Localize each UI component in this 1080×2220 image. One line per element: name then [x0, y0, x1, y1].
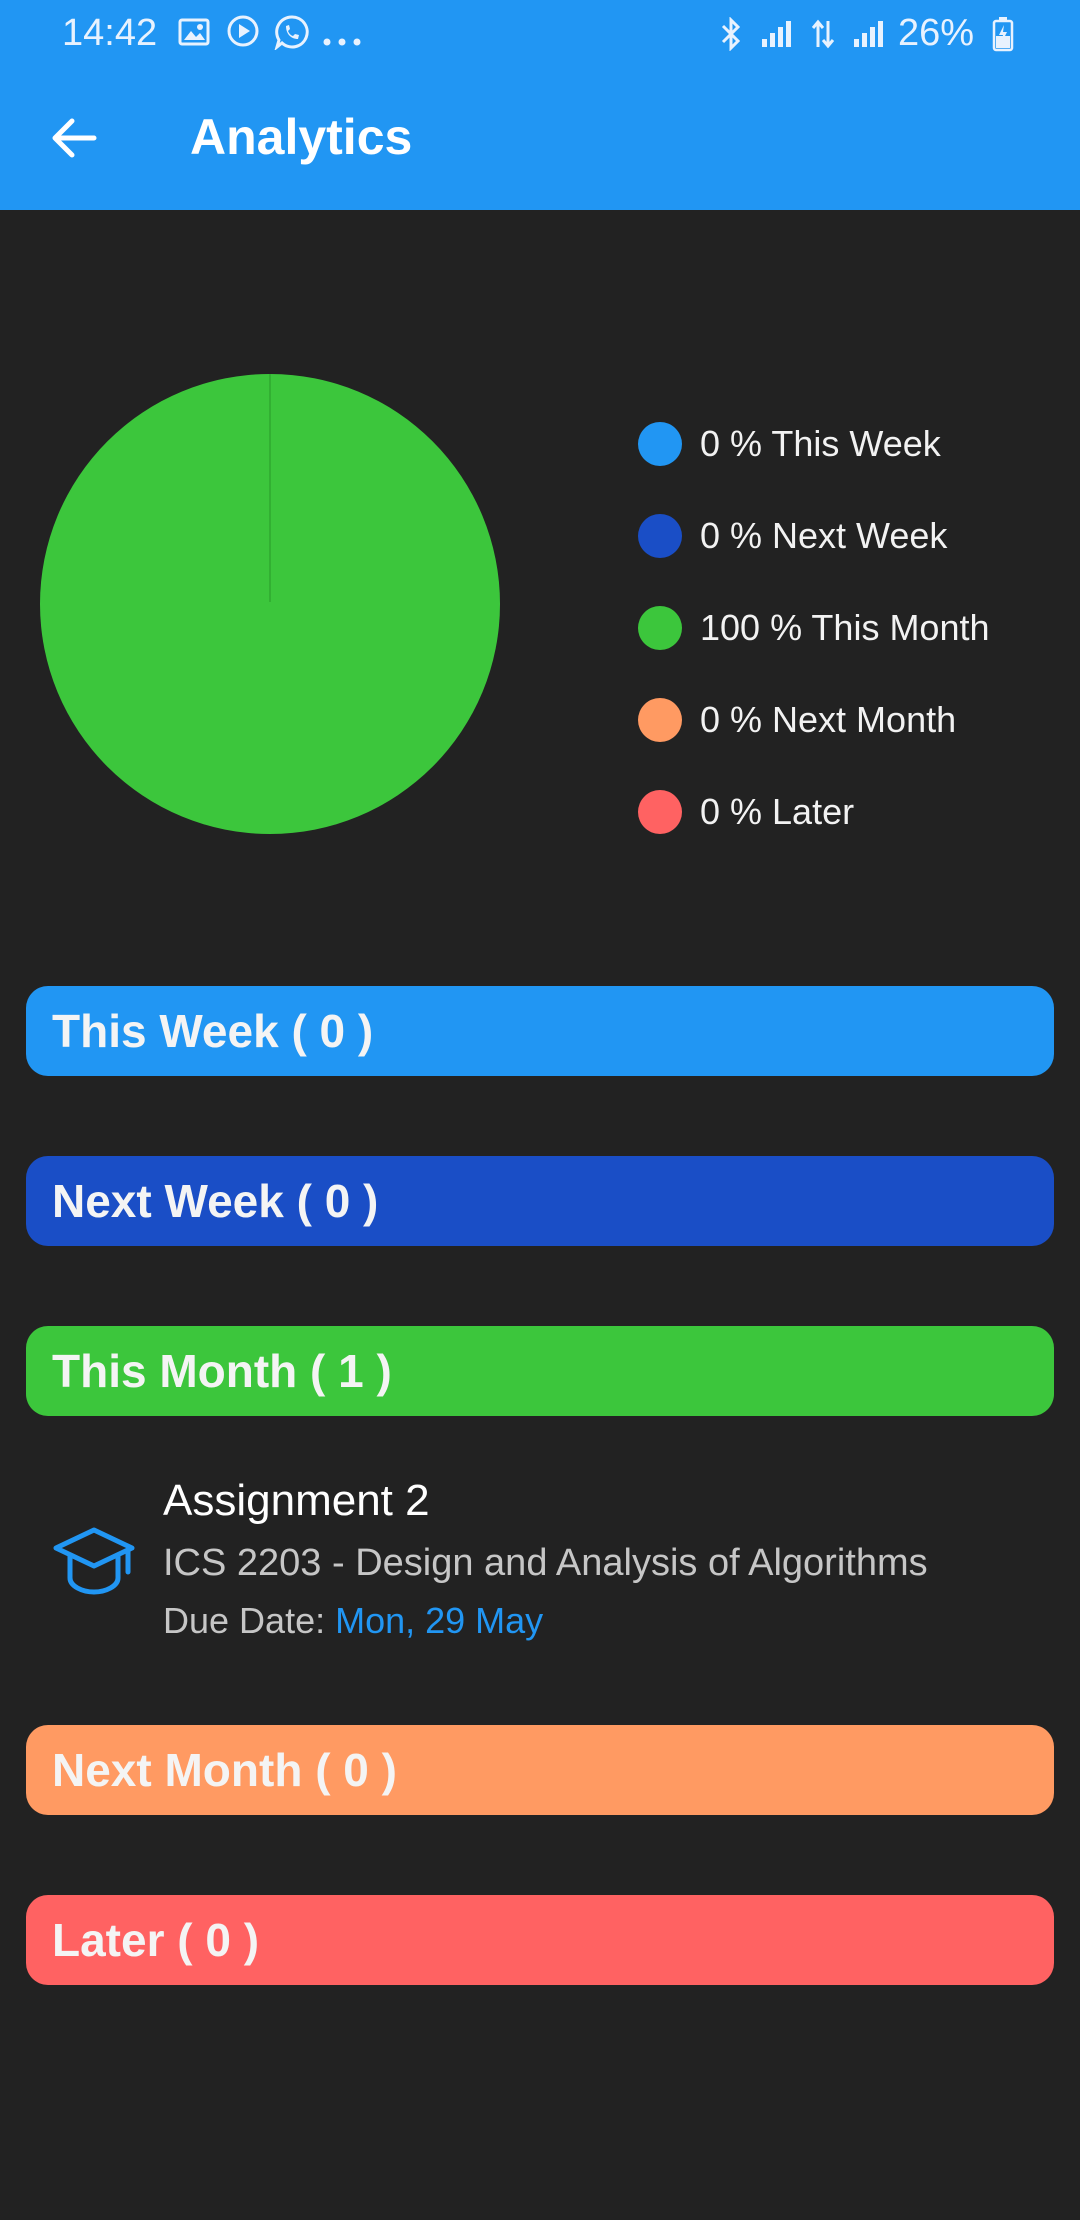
assignment-due: Due Date: Mon, 29 May	[163, 1600, 543, 1642]
graduation-cap-icon	[52, 1520, 136, 1604]
app-bar: 14:42 26% Analytics	[0, 0, 1080, 210]
due-date-value: Mon, 29 May	[335, 1600, 544, 1641]
legend-dot	[638, 606, 682, 650]
data-transfer-icon	[806, 17, 840, 51]
section-this-month[interactable]: This Month ( 1 )	[26, 1326, 1054, 1416]
back-button[interactable]	[44, 108, 104, 168]
section-label: This Week ( 0 )	[52, 1005, 374, 1057]
legend-item-next-month: 0 % Next Month	[638, 674, 990, 766]
section-next-week[interactable]: Next Week ( 0 )	[26, 1156, 1054, 1246]
legend-item-this-month: 100 % This Month	[638, 582, 990, 674]
page-title: Analytics	[190, 109, 413, 165]
section-label: Later ( 0 )	[52, 1914, 260, 1966]
status-system-icons: 26%	[714, 12, 1020, 55]
signal-icon	[852, 17, 886, 51]
image-icon	[178, 14, 212, 48]
assignment-item[interactable]: Assignment 2 ICS 2203 - Design and Analy…	[0, 1468, 1080, 1668]
section-later[interactable]: Later ( 0 )	[26, 1895, 1054, 1985]
legend-label: 0 % Next Month	[700, 699, 957, 740]
assignment-title: Assignment 2	[163, 1476, 430, 1525]
legend-item-next-week: 0 % Next Week	[638, 490, 990, 582]
section-label: Next Week ( 0 )	[52, 1175, 379, 1227]
due-date-label: Due Date:	[163, 1600, 336, 1641]
legend-label: 0 % Later	[700, 791, 855, 832]
section-next-month[interactable]: Next Month ( 0 )	[26, 1725, 1054, 1815]
legend-dot	[638, 422, 682, 466]
arrow-left-icon	[52, 118, 97, 158]
legend-item-later: 0 % Later	[638, 766, 990, 858]
legend-label: 0 % Next Week	[700, 515, 948, 556]
chart-legend: 0 % This Week 0 % Next Week 100 % This M…	[638, 398, 990, 858]
battery-percent: 26%	[897, 12, 974, 54]
legend-dot	[638, 514, 682, 558]
more-dots-icon	[322, 14, 361, 48]
battery-charging-icon	[986, 16, 1020, 51]
pie-chart	[40, 374, 500, 834]
assignment-course: ICS 2203 - Design and Analysis of Algori…	[163, 1542, 928, 1584]
legend-label: 0 % This Week	[700, 423, 941, 464]
bluetooth-icon	[714, 16, 748, 51]
section-this-week[interactable]: This Week ( 0 )	[26, 986, 1054, 1076]
whatsapp-icon	[274, 14, 309, 52]
status-bar: 14:42 26%	[0, 0, 1080, 66]
section-label: This Month ( 1 )	[52, 1345, 392, 1397]
play-icon	[226, 14, 260, 48]
section-label: Next Month ( 0 )	[52, 1744, 397, 1796]
legend-label: 100 % This Month	[700, 607, 990, 648]
status-time: 14:42	[62, 12, 158, 54]
status-notification-icons	[178, 14, 361, 52]
signal-icon	[760, 17, 794, 51]
legend-dot	[638, 790, 682, 834]
legend-item-this-week: 0 % This Week	[638, 398, 990, 490]
legend-dot	[638, 698, 682, 742]
